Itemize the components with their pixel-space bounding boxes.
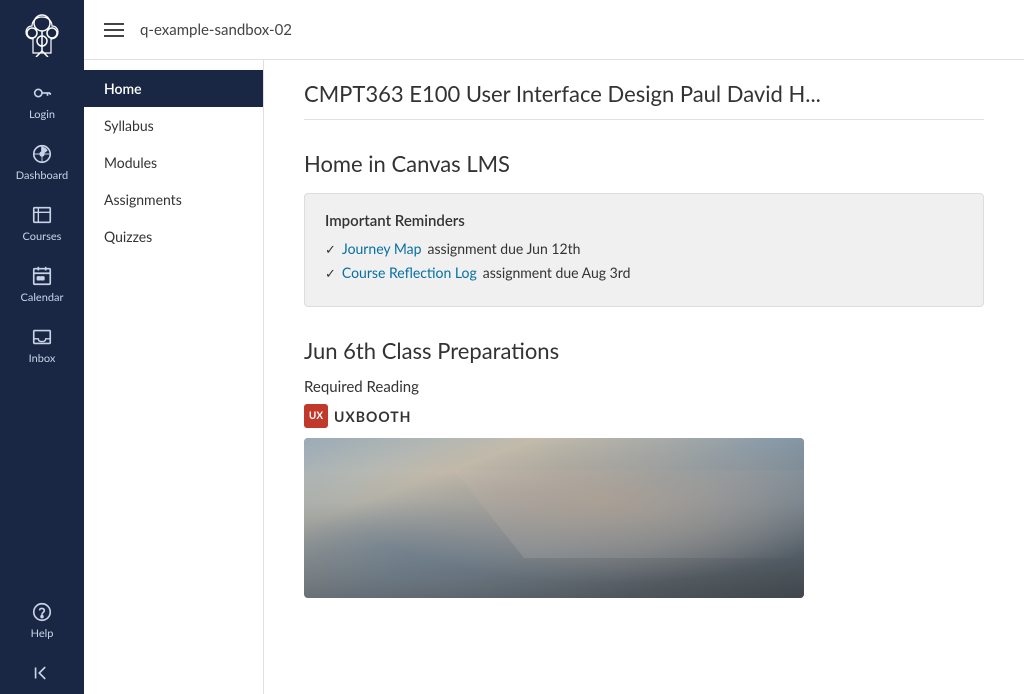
reminder-item-2: ✓ Course Reflection Log assignment due A… — [325, 264, 963, 282]
topbar: q-example-sandbox-02 — [84, 0, 1024, 60]
reminder-check-2: ✓ — [325, 265, 336, 282]
uxbooth-name: UXBOOTH — [334, 408, 411, 425]
reminder-text-2: assignment due Aug 3rd — [483, 264, 631, 281]
sidebar-item-inbox[interactable]: Inbox — [0, 314, 84, 375]
reminder-link-2[interactable]: Course Reflection Log — [342, 264, 477, 281]
help-icon — [31, 601, 53, 623]
sidebar-item-calendar-label: Calendar — [21, 291, 64, 304]
course-title: CMPT363 E100 User Interface Design Paul … — [304, 80, 984, 120]
sidebar-item-help-label: Help — [31, 627, 54, 640]
uxbooth-icon: UX — [304, 404, 328, 428]
sidebar-item-help[interactable]: Help — [0, 589, 84, 650]
sidebar-item-courses[interactable]: Courses — [0, 192, 84, 253]
course-nav-syllabus[interactable]: Syllabus — [84, 107, 263, 144]
page-content[interactable]: CMPT363 E100 User Interface Design Paul … — [264, 60, 1024, 694]
key-icon — [31, 82, 53, 104]
calendar-icon — [31, 265, 53, 287]
article-image-overlay — [304, 438, 804, 598]
courses-icon — [31, 204, 53, 226]
hamburger-line-3 — [104, 35, 124, 37]
uxbooth-badge: UX UXBOOTH — [304, 404, 984, 428]
reading-label: Required Reading — [304, 378, 984, 396]
course-nav-quizzes[interactable]: Quizzes — [84, 218, 263, 255]
course-nav-assignments[interactable]: Assignments — [84, 181, 263, 218]
reminder-link-1[interactable]: Journey Map — [342, 240, 422, 257]
home-section-title: Home in Canvas LMS — [304, 150, 984, 177]
content-area: Home Syllabus Modules Assignments Quizze… — [84, 60, 1024, 694]
topbar-app-name: q-example-sandbox-02 — [140, 21, 292, 39]
sidebar: Login Dashboard Courses Calendar — [0, 0, 84, 694]
reminder-item-1: ✓ Journey Map assignment due Jun 12th — [325, 240, 963, 258]
sidebar-item-inbox-label: Inbox — [29, 352, 56, 365]
canvas-logo-icon — [20, 13, 64, 57]
course-nav-modules[interactable]: Modules — [84, 144, 263, 181]
dashboard-icon — [31, 143, 53, 165]
menu-button[interactable] — [104, 23, 124, 37]
hamburger-line-1 — [104, 23, 124, 25]
hamburger-line-2 — [104, 29, 124, 31]
reminders-title: Important Reminders — [325, 212, 963, 230]
sidebar-logo — [0, 0, 84, 70]
main-area: q-example-sandbox-02 Home Syllabus Modul… — [84, 0, 1024, 694]
sidebar-item-login[interactable]: Login — [0, 70, 84, 131]
article-image[interactable] — [304, 438, 804, 598]
reminder-check-1: ✓ — [325, 241, 336, 258]
course-nav-home[interactable]: Home — [84, 70, 263, 107]
collapse-icon — [31, 662, 53, 684]
reminder-text-1: assignment due Jun 12th — [427, 240, 580, 257]
sidebar-item-dashboard[interactable]: Dashboard — [0, 131, 84, 192]
reminders-box: Important Reminders ✓ Journey Map assign… — [304, 193, 984, 307]
sidebar-item-login-label: Login — [29, 108, 55, 121]
sidebar-bottom: Help — [0, 589, 84, 694]
inbox-icon — [31, 326, 53, 348]
course-nav: Home Syllabus Modules Assignments Quizze… — [84, 60, 264, 694]
sidebar-collapse-button[interactable] — [0, 650, 84, 694]
sidebar-item-calendar[interactable]: Calendar — [0, 253, 84, 314]
prep-title: Jun 6th Class Preparations — [304, 337, 984, 364]
sidebar-item-dashboard-label: Dashboard — [16, 169, 68, 182]
sidebar-item-courses-label: Courses — [23, 230, 62, 243]
